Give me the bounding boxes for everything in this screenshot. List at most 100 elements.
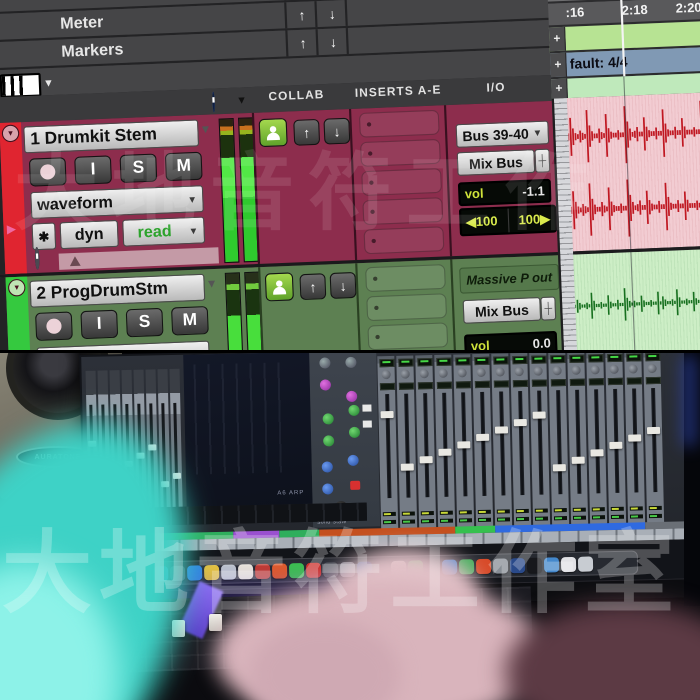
solo-button[interactable]: S [125,307,164,338]
download-button[interactable]: ↓ [323,117,351,145]
dyn-button[interactable]: dyn [59,219,119,250]
white-switch [362,420,372,428]
channel-strip [624,352,646,527]
waveform-drumkit [567,100,700,237]
insert-slot[interactable] [361,168,443,197]
insert-slot[interactable] [358,109,440,138]
audio-clip-progdrum[interactable] [573,247,700,352]
ruler-label: Meter [59,12,104,34]
io-header: I/O [486,81,506,95]
mute-button[interactable]: M [171,306,209,336]
pan-right-value: 100▶ [518,211,551,228]
mute-button[interactable]: M [164,151,203,182]
bus-selector[interactable]: Mix Bus [456,149,536,176]
bus-name: Mix Bus [474,301,530,320]
track-view-dropdown[interactable]: waveform ▼ [30,185,204,220]
track-collapse-button[interactable]: ▼ [1,124,20,143]
track-name-arrow-icon[interactable]: ▼ [199,123,211,136]
view-selector-arrow-icon[interactable]: ▼ [43,78,54,90]
chevron-down-icon[interactable]: ▼ [236,95,247,107]
insert-slot[interactable] [367,322,449,351]
view-label: waveform [36,193,114,215]
track-name-arrow-icon[interactable]: ▼ [206,278,218,291]
track-name-field[interactable]: 2 ProgDrumStm [29,273,206,308]
marker-icon [69,256,81,267]
io-cell: Bus 39-40 ▼ Mix Bus ┼ vol -1.1 ◀100 100▶ [443,100,561,257]
record-dot-icon [39,164,56,180]
fader-cap[interactable] [209,614,222,631]
upload-button[interactable]: ↑ [299,273,327,301]
dock-app-icon[interactable] [526,557,543,573]
automation-mode-dropdown[interactable]: read ▼ [122,216,206,247]
channel-strip [643,352,665,527]
dock-app-icon[interactable] [475,558,492,574]
dock-app-icon[interactable] [305,562,322,578]
solo-button[interactable]: S [119,153,158,184]
elastic-audio-button[interactable]: ✱ [31,222,57,251]
record-enable-button[interactable] [28,157,67,187]
time-label: 2:18 [621,1,648,19]
dock-app-icon[interactable] [288,562,305,578]
input-monitor-button[interactable]: I [80,309,119,340]
track-name-field[interactable]: 1 Drumkit Stem [23,119,200,154]
daw-region: ↑ ↓ Meter ↑ ↓ Markers ↑ ↓ ▼ 101 [0,0,700,352]
volume-display[interactable]: vol 0.0 [463,330,558,352]
input-path-selector[interactable]: Massive P out [459,263,560,294]
dock-app-icon[interactable] [577,555,594,572]
input-monitor-button[interactable]: I [74,155,112,185]
arrow-up-icon[interactable]: ↑ [285,29,319,57]
dock-app-icon[interactable] [254,563,271,579]
channel-strip [453,354,475,531]
bus-selector[interactable]: Mix Bus [462,296,542,324]
clock-icon[interactable] [212,91,216,113]
dock-app-icon[interactable] [203,564,220,580]
dock-app-icon[interactable] [492,557,509,574]
pan-display[interactable]: ◀100 100▶ [458,204,558,237]
insert-slot[interactable] [362,197,444,226]
insert-slot[interactable] [360,138,441,167]
output-window-button[interactable]: ┼ [540,296,557,321]
collaboration-user-button[interactable] [258,118,288,148]
upload-button[interactable]: ↑ [293,118,321,146]
play-marker-icon: ▶ [6,222,17,237]
collaboration-user-button[interactable] [264,272,294,302]
output-window-button[interactable]: ┼ [534,148,551,173]
download-button[interactable]: ↓ [329,271,357,299]
arrow-down-icon[interactable]: ↓ [315,27,349,56]
dock-app-icon[interactable] [186,564,203,581]
time-label: :16 [565,4,585,21]
knob-magenta [319,379,332,391]
insert-slot[interactable] [366,293,448,322]
channel-strip [415,355,437,532]
knob-blue [347,454,359,467]
channel-strip [548,352,570,529]
ruler-label: Markers [60,40,124,62]
arrow-down-icon[interactable]: ↓ [314,0,348,28]
dock-app-icon[interactable] [237,563,254,580]
insert-slot[interactable] [365,264,446,293]
dock-app-icon[interactable] [271,562,288,579]
add-meter-button[interactable]: + [549,52,568,78]
track-collapse-button[interactable]: ▼ [7,278,26,297]
channel-strip [377,355,399,533]
volume-display[interactable]: vol -1.1 [457,178,552,207]
track-color-strip: ▼ ▶ [0,122,27,275]
add-key-button[interactable]: + [550,78,568,99]
dock-app-icon[interactable] [322,561,339,578]
audio-clip-drumkit[interactable] [566,91,700,252]
insert-slot[interactable] [363,226,445,255]
channel-strip [491,353,513,530]
dock-app-icon[interactable] [560,556,577,572]
record-enable-button[interactable] [35,311,73,342]
arrow-up-icon[interactable]: ↑ [284,1,318,29]
vol-value: 0.0 [532,335,552,352]
dock-app-icon[interactable] [509,557,526,573]
timebase-clock-icon[interactable] [34,246,40,270]
add-tempo-button[interactable]: + [548,26,567,52]
knob-green [322,413,334,425]
track-view-selector-icon[interactable] [0,72,42,99]
user-icon [265,125,281,140]
dock-app-icon[interactable] [543,556,560,573]
output-path-selector[interactable]: Bus 39-40 ▼ [455,120,550,148]
dock-app-icon[interactable] [220,564,237,580]
